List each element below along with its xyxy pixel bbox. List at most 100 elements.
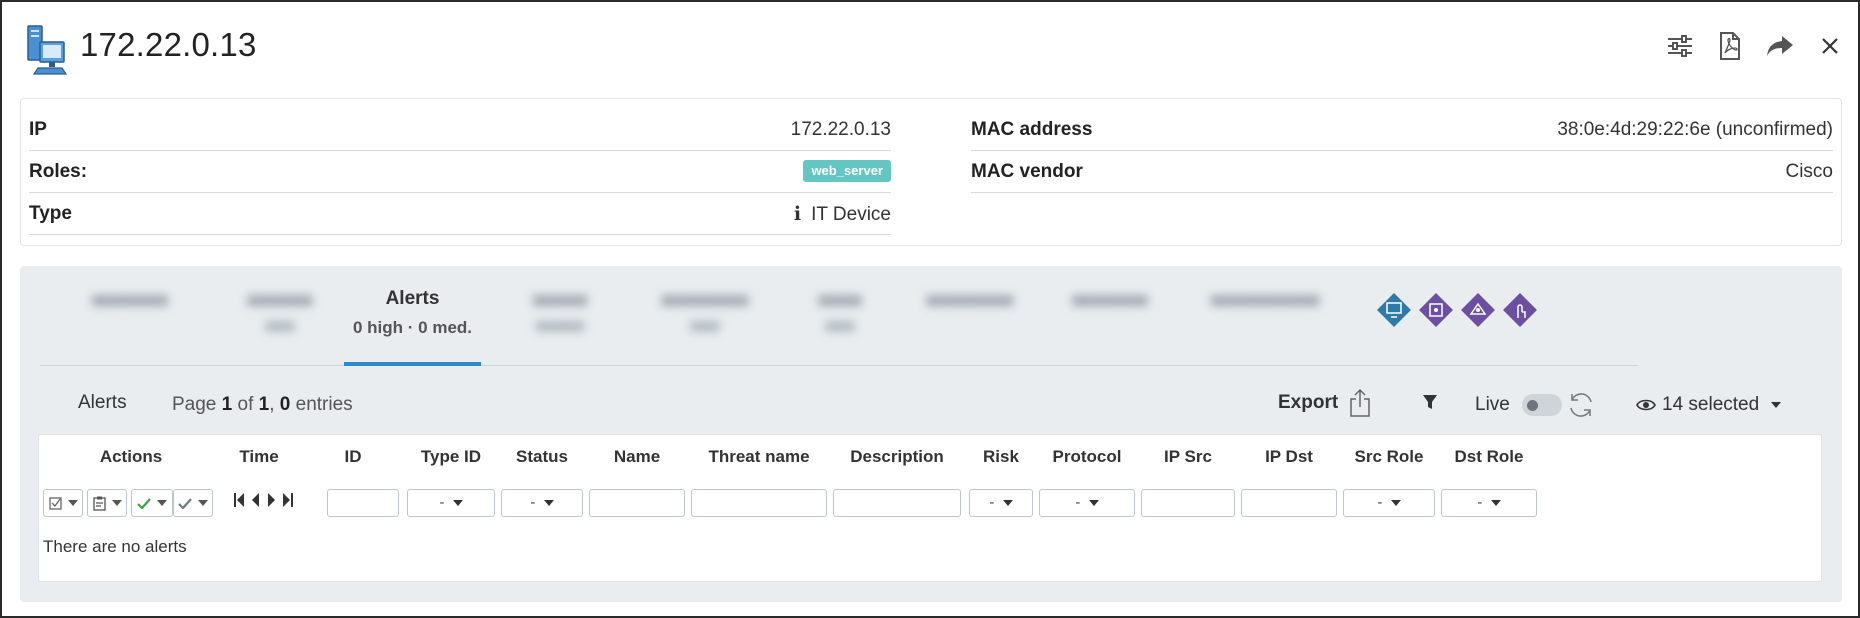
column-header-status[interactable]: Status (501, 447, 583, 467)
next-page-icon[interactable] (267, 492, 276, 508)
type-label: Type (29, 203, 72, 224)
export-label: Export (1278, 392, 1339, 413)
column-header-actions[interactable]: Actions (39, 447, 223, 467)
alerts-section-title: Alerts (78, 392, 127, 413)
tab-blurred-2[interactable]: ■■■■■■ ■■■ (220, 266, 340, 366)
previous-page-icon[interactable] (251, 492, 260, 508)
window-header: 172.22.0.13 (26, 22, 1838, 78)
filter-description-input[interactable] (833, 489, 961, 517)
mac-value: 38:0e:4d:29:22:6e (unconfirmed) (1557, 119, 1833, 140)
type-row: Type i IT Device (29, 193, 891, 235)
filter-button[interactable] (1422, 394, 1438, 415)
filter-protocol-select[interactable]: - (1039, 489, 1135, 517)
filter-risk-select[interactable]: - (969, 489, 1033, 517)
tab-blurred-8[interactable]: ■■■■■■■■■■ (1180, 266, 1350, 366)
column-header-threat-name[interactable]: Threat name (691, 447, 827, 467)
live-label: Live (1475, 394, 1510, 415)
clipboard-actions-button[interactable] (87, 489, 127, 517)
column-header-ip-src[interactable]: IP Src (1141, 447, 1235, 467)
role-badge[interactable]: web_server (803, 159, 891, 182)
tab-blurred-4[interactable]: ■■■■■■■■ ■■■ (630, 266, 780, 366)
tab-alerts[interactable]: Alerts 0 high · 0 med. (344, 266, 481, 366)
pdf-export-button[interactable] (1710, 26, 1750, 66)
close-alerts-button[interactable] (173, 489, 213, 517)
tab-blurred-7[interactable]: ■■■■■■■ (1050, 266, 1170, 366)
check-gray-icon (178, 497, 192, 509)
filter-icon (1423, 395, 1437, 409)
diamond-chip-icon[interactable] (1416, 290, 1456, 330)
diamond-touch-icon[interactable] (1500, 290, 1540, 330)
filter-name-input[interactable] (589, 489, 685, 517)
column-header-protocol[interactable]: Protocol (1039, 447, 1135, 467)
page-title: 172.22.0.13 (80, 26, 257, 63)
pagination-info: Page 1 of 1, 0 entries (172, 394, 353, 415)
alerts-toolbar: Alerts Page 1 of 1, 0 entries Export Liv… (38, 378, 1842, 428)
filter-src-role-select[interactable]: - (1343, 489, 1435, 517)
column-header-id[interactable]: ID (327, 447, 379, 467)
last-page-icon[interactable] (282, 492, 294, 508)
roles-label: Roles: (29, 161, 88, 182)
live-toggle[interactable] (1522, 394, 1562, 416)
settings-sliders-icon (1668, 35, 1692, 57)
filter-dst-role-select[interactable]: - (1441, 489, 1537, 517)
first-page-icon[interactable] (233, 492, 245, 508)
column-selector[interactable]: 14 selected (1636, 394, 1782, 416)
filter-type-id-select[interactable]: - (407, 489, 495, 517)
column-header-time[interactable]: Time (229, 447, 289, 467)
share-button[interactable] (1760, 26, 1800, 66)
diamond-network-icon[interactable] (1458, 290, 1498, 330)
column-header-src-role[interactable]: Src Role (1343, 447, 1435, 467)
ip-label: IP (29, 119, 47, 140)
empty-state-message: There are no alerts (43, 537, 187, 556)
info-icon[interactable]: i (794, 203, 801, 225)
column-header-description[interactable]: Description (833, 447, 961, 467)
vendor-row: MAC vendor Cisco (971, 151, 1833, 193)
refresh-icon (1570, 393, 1592, 417)
column-header-type-id[interactable]: Type ID (407, 447, 495, 467)
alerts-table: Actions Time ID Type ID Status Name Thre… (38, 434, 1822, 582)
chevron-down-icon (157, 500, 167, 506)
tab-blurred-6[interactable]: ■■■■■■■■ (900, 266, 1040, 366)
refresh-button[interactable] (1566, 390, 1596, 425)
mac-row: MAC address 38:0e:4d:29:22:6e (unconfirm… (971, 109, 1833, 151)
checkbox-icon (48, 496, 62, 510)
column-header-ip-dst[interactable]: IP Dst (1241, 447, 1337, 467)
columns-selected-label: 14 selected (1662, 394, 1760, 415)
tab-alerts-title: Alerts (385, 288, 440, 309)
close-icon (1822, 38, 1838, 54)
column-header-dst-role[interactable]: Dst Role (1441, 447, 1537, 467)
type-value: IT Device (811, 204, 891, 225)
device-info-card: IP 172.22.0.13 Roles: web_server Type iI… (20, 98, 1842, 246)
clipboard-icon (92, 496, 106, 511)
tab-blurred-3[interactable]: ■■■■■ ■■■■■ (500, 266, 620, 366)
tabs-panel: ■■■■■■■ ■■■■■■ ■■■ Alerts 0 high · 0 med.… (20, 266, 1842, 602)
column-header-name[interactable]: Name (589, 447, 685, 467)
device-details-window: 172.22.0.13 IP 172.22.0.13 Roles: web_se… (0, 0, 1860, 618)
filter-id-input[interactable] (327, 489, 399, 517)
pdf-icon (1720, 32, 1740, 60)
settings-button[interactable] (1660, 26, 1700, 66)
filter-threat-name-input[interactable] (691, 489, 827, 517)
info-right-column: MAC address 38:0e:4d:29:22:6e (unconfirm… (971, 109, 1833, 193)
column-header-risk[interactable]: Risk (969, 447, 1033, 467)
eye-icon (1636, 399, 1656, 411)
select-all-button[interactable] (43, 489, 83, 517)
filter-status-select[interactable]: - (501, 489, 583, 517)
chevron-down-icon (198, 500, 208, 506)
diamond-monitor-icon[interactable] (1374, 290, 1414, 330)
export-button[interactable]: Export (1278, 388, 1372, 418)
close-button[interactable] (1810, 26, 1850, 66)
info-left-column: IP 172.22.0.13 Roles: web_server Type iI… (29, 109, 891, 235)
ip-row: IP 172.22.0.13 (29, 109, 891, 151)
tab-blurred-5[interactable]: ■■■■ ■■■ (790, 266, 890, 366)
chevron-down-icon (67, 500, 78, 506)
filter-ip-src-input[interactable] (1141, 489, 1235, 517)
vendor-value: Cisco (1785, 161, 1833, 182)
tab-blurred-1[interactable]: ■■■■■■■ (60, 266, 200, 366)
filter-ip-dst-input[interactable] (1241, 489, 1337, 517)
check-green-icon (137, 497, 151, 509)
computer-device-icon (27, 25, 68, 75)
acknowledge-button[interactable] (131, 489, 173, 517)
share-icon (1767, 36, 1793, 56)
chevron-down-icon (1771, 402, 1782, 408)
